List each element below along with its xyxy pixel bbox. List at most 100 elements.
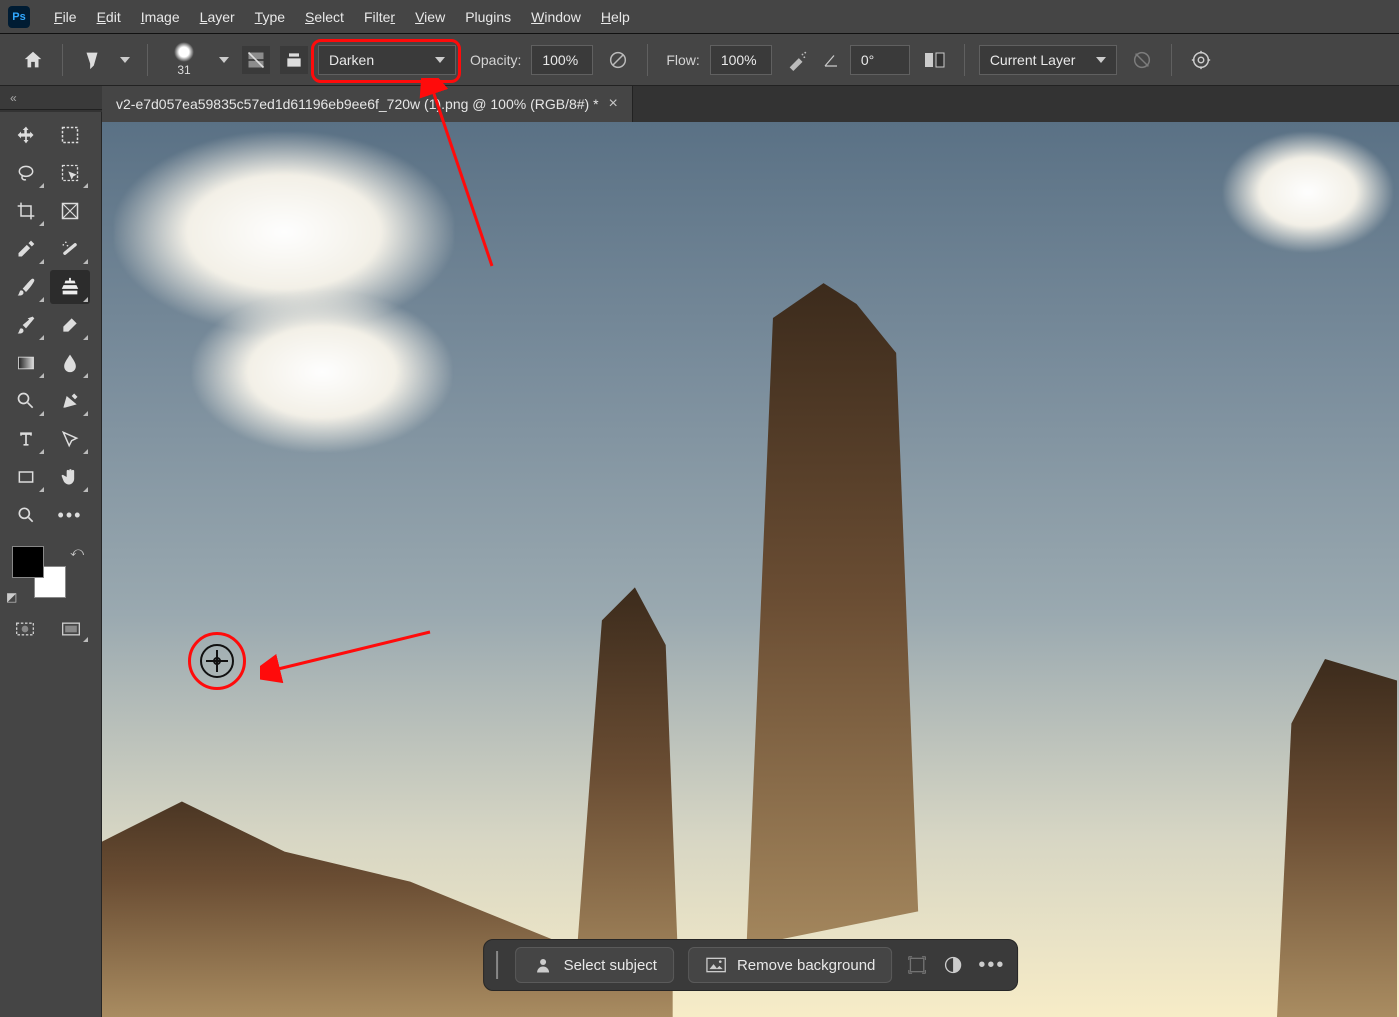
color-swatch-block: ⤺ ◩ xyxy=(6,544,90,604)
rectangular-marquee-tool[interactable] xyxy=(50,118,90,152)
panel-collapse-glyph: « xyxy=(10,91,17,105)
object-selection-tool[interactable] xyxy=(50,156,90,190)
clone-stamp-tool[interactable] xyxy=(50,270,90,304)
quick-mask-icon[interactable] xyxy=(6,614,44,644)
context-bar-handle[interactable] xyxy=(496,951,501,979)
edit-toolbar-icon[interactable]: ••• xyxy=(50,498,90,532)
cloud-shape xyxy=(1223,132,1393,252)
dodge-tool[interactable] xyxy=(6,384,46,418)
gradient-tool[interactable] xyxy=(6,346,46,380)
angle-value: 0° xyxy=(861,52,874,68)
flow-dropdown[interactable]: 100% xyxy=(710,45,772,75)
brush-preset-caret[interactable] xyxy=(216,45,232,75)
menu-bar: Ps File Edit Image Layer Type Select Fil… xyxy=(0,0,1399,34)
menu-image[interactable]: Image xyxy=(131,5,190,29)
home-icon[interactable] xyxy=(18,45,48,75)
brush-settings-icon[interactable] xyxy=(242,46,270,74)
angle-icon[interactable] xyxy=(822,45,840,75)
rectangle-tool[interactable] xyxy=(6,460,46,494)
panel-collapse-strip[interactable]: « xyxy=(0,86,102,110)
document-tabs: v2-e7d057ea59835c57ed1d61196eb9ee6f_720w… xyxy=(102,86,1399,122)
select-subject-label: Select subject xyxy=(564,957,657,974)
brush-preview-icon xyxy=(174,42,194,62)
history-brush-tool[interactable] xyxy=(6,308,46,342)
diffusion-target-icon[interactable] xyxy=(1186,45,1216,75)
menu-file-label: ile xyxy=(63,9,77,25)
screen-mode-icon[interactable] xyxy=(52,614,90,644)
sample-dropdown[interactable]: Current Layer xyxy=(979,45,1117,75)
path-selection-tool[interactable] xyxy=(50,422,90,456)
brush-tool[interactable] xyxy=(6,270,46,304)
default-colors-icon[interactable]: ◩ xyxy=(6,590,17,604)
separator xyxy=(147,44,148,76)
select-subject-button[interactable]: Select subject xyxy=(515,947,674,983)
brush-size-label: 31 xyxy=(177,63,190,77)
contextual-task-bar: Select subject Remove background ••• xyxy=(483,939,1019,991)
swap-colors-icon[interactable]: ⤺ xyxy=(70,544,84,560)
toolbox: ••• ⤺ ◩ xyxy=(0,112,102,1017)
rock-pillar xyxy=(569,587,679,999)
document-image: Select subject Remove background ••• xyxy=(102,122,1399,1017)
opacity-dropdown[interactable]: 100% xyxy=(531,45,593,75)
more-options-icon[interactable]: ••• xyxy=(978,954,1005,977)
blur-tool[interactable] xyxy=(50,346,90,380)
clone-source-icon[interactable] xyxy=(280,46,308,74)
ignore-adjustment-icon[interactable] xyxy=(1127,45,1157,75)
separator xyxy=(1171,44,1172,76)
app-logo-text: Ps xyxy=(12,11,25,23)
person-icon xyxy=(532,954,554,976)
angle-field[interactable]: 0° xyxy=(850,45,910,75)
blend-mode-dropdown[interactable]: Darken xyxy=(318,45,456,75)
app-logo: Ps xyxy=(8,6,30,28)
menu-plugins[interactable]: Plugins xyxy=(455,5,521,29)
menu-select[interactable]: Select xyxy=(295,5,354,29)
opacity-value: 100% xyxy=(542,52,578,68)
rock-pillar xyxy=(1277,659,1397,1017)
separator xyxy=(964,44,965,76)
menu-view[interactable]: View xyxy=(405,5,455,29)
adjustments-icon[interactable] xyxy=(942,954,964,976)
hand-tool[interactable] xyxy=(50,460,90,494)
eyedropper-tool[interactable] xyxy=(6,232,46,266)
menu-filter[interactable]: Filter xyxy=(354,5,405,29)
menu-help[interactable]: Help xyxy=(591,5,640,29)
transform-icon[interactable] xyxy=(906,954,928,976)
cloud-shape xyxy=(192,292,452,452)
remove-background-button[interactable]: Remove background xyxy=(688,947,892,983)
opacity-label: Opacity: xyxy=(470,52,521,68)
aligned-icon[interactable] xyxy=(920,45,950,75)
type-tool[interactable] xyxy=(6,422,46,456)
flow-label: Flow: xyxy=(666,52,699,68)
menu-file[interactable]: File xyxy=(44,5,87,29)
tool-preset-icon[interactable] xyxy=(77,45,107,75)
blend-mode-value: Darken xyxy=(329,52,374,68)
separator xyxy=(647,44,648,76)
frame-tool[interactable] xyxy=(50,194,90,228)
annotation-circle xyxy=(188,632,246,690)
menu-type[interactable]: Type xyxy=(245,5,295,29)
menu-edit[interactable]: Edit xyxy=(87,5,131,29)
eraser-tool[interactable] xyxy=(50,308,90,342)
pen-tool[interactable] xyxy=(50,384,90,418)
rock-pillar xyxy=(725,283,945,981)
lasso-tool[interactable] xyxy=(6,156,46,190)
crop-tool[interactable] xyxy=(6,194,46,228)
brush-preset-picker[interactable]: 31 xyxy=(162,42,206,78)
menu-window[interactable]: Window xyxy=(521,5,591,29)
flow-value: 100% xyxy=(721,52,757,68)
menu-layer[interactable]: Layer xyxy=(190,5,245,29)
tool-preset-caret[interactable] xyxy=(117,45,133,75)
opacity-pressure-icon[interactable] xyxy=(603,45,633,75)
zoom-tool[interactable] xyxy=(6,498,46,532)
airbrush-icon[interactable] xyxy=(782,45,812,75)
document-tab[interactable]: v2-e7d057ea59835c57ed1d61196eb9ee6f_720w… xyxy=(102,86,633,122)
sample-value: Current Layer xyxy=(990,52,1076,68)
image-icon xyxy=(705,954,727,976)
foreground-swatch[interactable] xyxy=(12,546,44,578)
move-tool[interactable] xyxy=(6,118,46,152)
options-bar: 31 Darken Opacity: 100% Flow: 100% 0° Cu… xyxy=(0,34,1399,86)
close-tab-icon[interactable]: × xyxy=(609,95,618,113)
canvas-area[interactable]: Select subject Remove background ••• xyxy=(102,122,1399,1017)
healing-brush-tool[interactable] xyxy=(50,232,90,266)
document-tab-title: v2-e7d057ea59835c57ed1d61196eb9ee6f_720w… xyxy=(116,96,599,112)
